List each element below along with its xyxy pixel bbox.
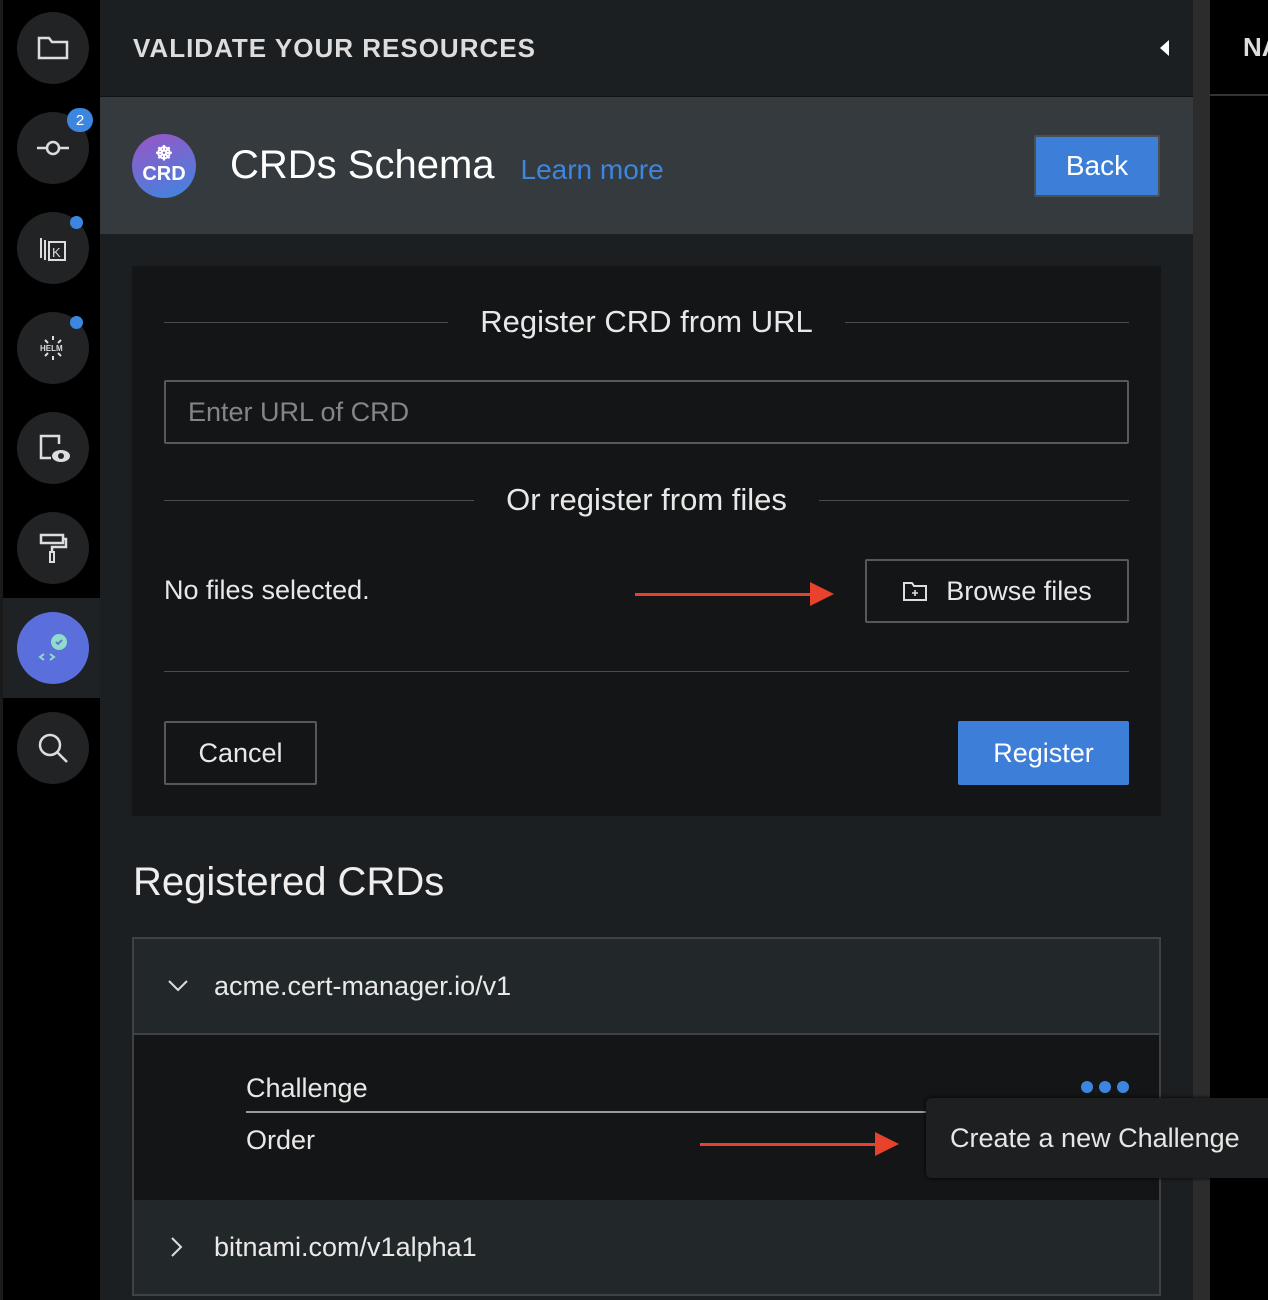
files-section-title: Or register from files <box>506 482 787 517</box>
page-title: CRDs Schema <box>230 143 495 187</box>
divider <box>164 671 1129 672</box>
pane-title: VALIDATE YOUR RESOURCES <box>133 32 536 63</box>
crd-titlebar: ☸ CRD CRDs Schema Learn more Back <box>100 97 1193 234</box>
git-commit-icon <box>37 140 69 156</box>
browse-files-button[interactable]: Browse files <box>865 559 1129 623</box>
helm-icon: HELM <box>40 336 63 360</box>
sidebar-item-validation[interactable] <box>17 612 89 684</box>
files-section-divider: Or register from files <box>164 482 1129 518</box>
no-files-text: No files selected. <box>164 575 370 605</box>
crd-logo: ☸ CRD <box>132 133 196 198</box>
crd-group-name: bitnami.com/v1alpha1 <box>214 1231 477 1262</box>
cancel-button[interactable]: Cancel <box>164 721 317 785</box>
activity-bar: 2 K HELM <box>0 0 103 1300</box>
validation-icon <box>38 634 67 661</box>
tooltip: Create a new Challenge <box>926 1098 1268 1178</box>
git-badge: 2 <box>67 108 93 132</box>
sidebar-item-kustomize[interactable]: K <box>17 212 89 284</box>
sidebar-item-helm[interactable]: HELM <box>17 312 89 384</box>
annotation-arrow <box>700 1132 899 1156</box>
crd-item-challenge[interactable]: Challenge <box>246 1073 368 1104</box>
folder-add-icon <box>903 582 928 601</box>
sidebar-item-preview[interactable] <box>17 412 89 484</box>
notification-dot <box>70 216 83 229</box>
registered-crds-heading: Registered CRDs <box>133 860 445 904</box>
right-panel-title: NA <box>1210 0 1268 96</box>
more-options-icon[interactable] <box>1081 1081 1129 1093</box>
pane-header: VALIDATE YOUR RESOURCES <box>100 0 1193 97</box>
sidebar-item-templates[interactable] <box>17 512 89 584</box>
crd-url-input[interactable] <box>164 380 1129 444</box>
url-section-title: Register CRD from URL <box>480 304 813 339</box>
preview-icon <box>39 434 70 462</box>
browse-label: Browse files <box>946 575 1092 606</box>
crd-item-order[interactable]: Order <box>246 1125 315 1156</box>
helm-wheel-icon: ☸ <box>155 143 173 165</box>
register-button[interactable]: Register <box>958 721 1129 785</box>
sidebar-item-git[interactable]: 2 <box>17 108 93 184</box>
crd-group-header[interactable]: bitnami.com/v1alpha1 <box>134 1200 1159 1294</box>
learn-more-link[interactable]: Learn more <box>521 154 664 186</box>
collapse-icon[interactable] <box>1160 40 1169 56</box>
crd-group-header[interactable]: acme.cert-manager.io/v1 <box>134 939 1159 1033</box>
logo-text: CRD <box>142 163 186 185</box>
sidebar-item-explorer[interactable] <box>17 12 89 84</box>
back-button[interactable]: Back <box>1034 135 1160 197</box>
kustomize-icon: K <box>40 238 66 261</box>
register-crd-card: Register CRD from URL Or register from f… <box>132 266 1161 816</box>
chevron-down-icon <box>166 978 194 994</box>
hover-underline <box>246 1111 926 1113</box>
chevron-right-icon <box>166 1235 194 1259</box>
annotation-arrow <box>635 582 834 606</box>
crd-group-name: acme.cert-manager.io/v1 <box>214 970 512 1001</box>
paint-roller-icon <box>39 533 68 563</box>
notification-dot <box>70 316 83 329</box>
folder-icon <box>37 36 69 60</box>
sidebar-item-search[interactable] <box>17 712 89 784</box>
svg-text:HELM: HELM <box>40 344 63 353</box>
crd-group: bitnami.com/v1alpha1 <box>132 1200 1161 1296</box>
search-replace-icon <box>38 733 68 763</box>
svg-text:K: K <box>52 245 61 260</box>
url-section-divider: Register CRD from URL <box>164 304 1130 340</box>
